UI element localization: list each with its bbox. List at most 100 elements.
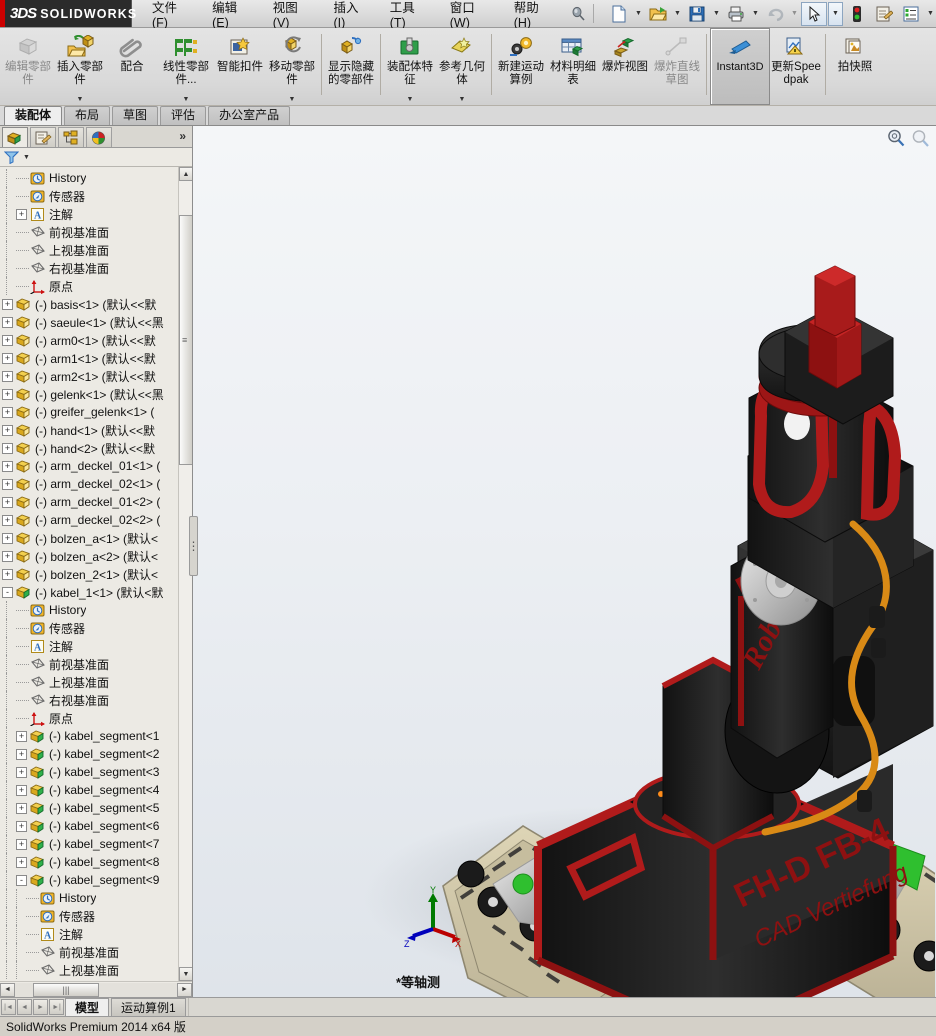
tree-item[interactable]: +(-) basis<1> (默认<<默 [2,295,192,313]
tree-expand-button[interactable]: + [2,497,13,508]
tree-item[interactable]: +(-) kabel_segment<8 [2,853,192,871]
tree-item[interactable]: +(-) arm1<1> (默认<<默 [2,349,192,367]
nav-first-button[interactable]: |◄ [1,999,16,1015]
bottom-tab-motion-study-1[interactable]: 运动算例1 [111,998,186,1016]
tree-expand-button[interactable]: + [2,461,13,472]
print-dropdown[interactable]: ▼ [750,2,761,26]
pin-icon[interactable] [569,0,587,27]
tab-office-products[interactable]: 办公室产品 [208,106,290,125]
print-button[interactable] [723,2,749,26]
tree-item[interactable]: +(-) hand<1> (默认<<默 [2,421,192,439]
zoom-to-fit-icon[interactable] [910,128,930,151]
tree-item[interactable]: 上视基准面 [2,241,192,259]
robot-assembly-model[interactable]: FH-D FB-4 CAD Vertiefung [193,126,935,997]
linear-component-pattern-button[interactable]: 线性零部件... ▼ [158,28,214,105]
new-document-button[interactable] [606,2,632,26]
move-component-dropdown[interactable]: ▼ [289,96,296,103]
tree-expand-button[interactable]: + [16,839,27,850]
tree-item[interactable]: +(-) arm_deckel_01<1> ( [2,457,192,475]
instant3d-button[interactable]: Instant3D [710,28,770,105]
tree-item[interactable]: +(-) arm_deckel_02<2> ( [2,511,192,529]
tree-collapse-button[interactable]: - [2,587,13,598]
take-snapshot-button[interactable]: 拍快照 [829,28,881,105]
nav-last-button[interactable]: ►| [49,999,64,1015]
tree-expand-button[interactable]: + [2,389,13,400]
tree-expand-button[interactable]: + [2,515,13,526]
rebuild-button[interactable] [844,2,870,26]
nav-next-button[interactable]: ► [33,999,48,1015]
new-motion-study-button[interactable]: 新建运动算例 [495,28,547,105]
tree-horizontal-scrollbar[interactable]: ◄ ||| ► [0,981,192,997]
tab-property-manager[interactable] [30,127,56,147]
tree-item[interactable]: +(-) kabel_segment<7 [2,835,192,853]
save-dropdown[interactable]: ▼ [711,2,722,26]
tree-expand-button[interactable]: + [2,371,13,382]
chevron-down-icon[interactable]: ▼ [23,154,30,161]
hscroll-left-arrow[interactable]: ◄ [0,983,15,997]
save-button[interactable] [684,2,710,26]
tree-item[interactable]: 右视基准面 [2,259,192,277]
tree-item[interactable]: +(-) bolzen_2<1> (默认< [2,565,192,583]
tree-item[interactable]: +(-) arm_deckel_02<1> ( [2,475,192,493]
tree-item[interactable]: 上视基准面 [2,961,192,979]
tree-item[interactable]: 传感器 [2,187,192,205]
tab-feature-manager[interactable] [2,127,28,147]
select-button[interactable] [801,2,827,26]
linear-pattern-dropdown[interactable]: ▼ [183,96,190,103]
show-hidden-components-button[interactable]: 显示隐藏的零部件 [325,28,377,105]
manager-tabs-overflow[interactable]: » [179,129,186,143]
nav-prev-button[interactable]: ◄ [17,999,32,1015]
tree-item[interactable]: +(-) kabel_segment<6 [2,817,192,835]
tree-item[interactable]: 前视基准面 [2,655,192,673]
file-properties-button[interactable] [871,2,897,26]
bill-of-materials-button[interactable]: 材料明细表 [547,28,599,105]
bottom-tab-model[interactable]: 模型 [65,998,109,1016]
tree-expand-button[interactable]: + [16,857,27,868]
tree-expand-button[interactable]: + [16,209,27,220]
select-dropdown[interactable]: ▼ [828,2,843,26]
tree-item[interactable]: History [2,169,192,187]
assembly-features-dropdown[interactable]: ▼ [407,96,414,103]
tree-expand-button[interactable]: + [16,821,27,832]
tree-item[interactable]: 右视基准面 [2,691,192,709]
open-document-dropdown[interactable]: ▼ [672,2,683,26]
mate-button[interactable]: 配合 [106,28,158,105]
tree-item[interactable]: 前视基准面 [2,223,192,241]
options-dropdown[interactable]: ▼ [925,2,936,26]
move-component-button[interactable]: 移动零部件 ▼ [266,28,318,105]
tree-item[interactable]: +A注解 [2,205,192,223]
tree-item[interactable]: +(-) bolzen_a<1> (默认< [2,529,192,547]
tree-item[interactable]: +(-) kabel_segment<4 [2,781,192,799]
graphics-viewport[interactable]: FH-D FB-4 CAD Vertiefung [193,126,936,997]
tree-item[interactable]: +(-) saeule<1> (默认<<黑 [2,313,192,331]
tree-expand-button[interactable]: + [2,479,13,490]
tab-layout[interactable]: 布局 [64,106,110,125]
tree-item[interactable]: +(-) gelenk<1> (默认<<黑 [2,385,192,403]
tree-expand-button[interactable]: + [2,407,13,418]
open-document-button[interactable] [645,2,671,26]
explode-line-sketch-button[interactable]: 爆炸直线草图 [651,28,703,105]
tree-item[interactable]: +(-) bolzen_a<2> (默认< [2,547,192,565]
tree-expand-button[interactable]: + [2,317,13,328]
tree-expand-button[interactable]: + [16,767,27,778]
tree-item[interactable]: -(-) kabel_segment<9 [2,871,192,889]
hscroll-track[interactable]: ||| [15,983,177,997]
new-document-dropdown[interactable]: ▼ [633,2,644,26]
reference-geometry-button[interactable]: 参考几何体 ▼ [436,28,488,105]
tree-item[interactable]: 传感器 [2,907,192,925]
undo-dropdown[interactable]: ▼ [789,2,800,26]
insert-components-dropdown[interactable]: ▼ [77,96,84,103]
assembly-features-button[interactable]: 装配体特征 ▼ [384,28,436,105]
tab-evaluate[interactable]: 评估 [160,106,206,125]
reference-geometry-dropdown[interactable]: ▼ [459,96,466,103]
tree-expand-button[interactable]: + [16,749,27,760]
scroll-up-arrow[interactable]: ▲ [179,167,192,181]
tree-item[interactable]: 原点 [2,709,192,727]
options-button[interactable] [898,2,924,26]
tree-item[interactable]: +(-) arm0<1> (默认<<默 [2,331,192,349]
tree-expand-button[interactable]: + [2,299,13,310]
tree-expand-button[interactable]: + [2,551,13,562]
tree-expand-button[interactable]: + [2,353,13,364]
zoom-to-area-icon[interactable] [886,128,906,151]
tree-item[interactable]: +(-) greifer_gelenk<1> ( [2,403,192,421]
